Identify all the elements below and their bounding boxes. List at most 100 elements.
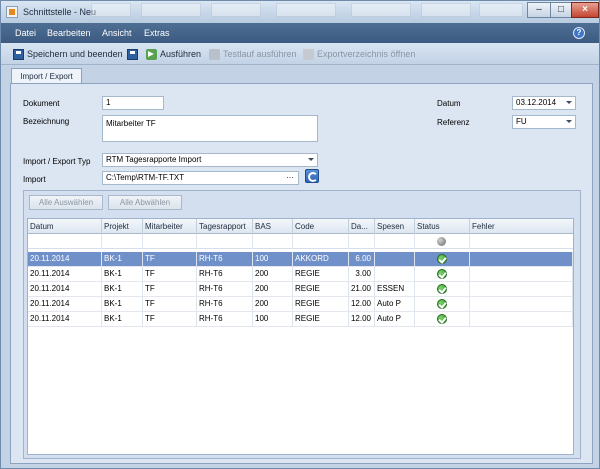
filter-cell[interactable] (375, 234, 415, 249)
column-header-fehler[interactable]: Fehler (470, 219, 573, 234)
filter-cell[interactable] (197, 234, 253, 249)
background-toolbar-ghost (276, 3, 336, 17)
cell-bas: 100 (253, 252, 293, 267)
minimize-button[interactable]: – (527, 2, 551, 18)
column-header-tagesrapport[interactable]: Tagesrapport (197, 219, 253, 234)
column-header-mitarbeiter[interactable]: Mitarbeiter (143, 219, 197, 234)
save-button[interactable] (127, 47, 141, 61)
background-toolbar-ghost (351, 3, 411, 17)
cell-tagesrapport: RH-T6 (197, 312, 253, 327)
cell-bas: 200 (253, 282, 293, 297)
chevron-down-icon (566, 120, 572, 123)
test-run-button[interactable]: Testlauf ausführen (209, 47, 297, 61)
bezeichnung-value: Mitarbeiter TF (106, 119, 156, 128)
records-grid: Datum Projekt Mitarbeiter Tagesrapport B… (27, 218, 574, 455)
browse-button[interactable]: ··· (286, 172, 294, 184)
status-filter-icon[interactable] (437, 237, 446, 246)
referenz-label: Referenz (437, 118, 470, 127)
cell-projekt: BK-1 (102, 252, 143, 267)
filter-cell[interactable] (143, 234, 197, 249)
background-toolbar-ghost (211, 3, 261, 17)
cell-bas: 200 (253, 297, 293, 312)
import-label: Import (23, 175, 46, 184)
select-all-button[interactable]: Alle Auswählen (29, 195, 103, 210)
menu-bearbeiten[interactable]: Bearbeiten (47, 28, 91, 38)
save-icon (13, 48, 24, 60)
refresh-icon[interactable] (305, 169, 319, 183)
cell-datum: 20.11.2014 (28, 282, 102, 297)
column-header-dauer[interactable]: Da... (349, 219, 375, 234)
bezeichnung-input[interactable]: Mitarbeiter TF (102, 115, 318, 142)
title-bar[interactable]: Schnittstelle - Neu – □ × (1, 1, 599, 23)
grid-header: Datum Projekt Mitarbeiter Tagesrapport B… (28, 219, 573, 234)
datum-value: 03.12.2014 (516, 98, 557, 107)
cell-code: REGIE (293, 312, 349, 327)
bezeichnung-label: Bezeichnung (23, 117, 70, 126)
cell-projekt: BK-1 (102, 282, 143, 297)
close-button[interactable]: × (571, 2, 599, 18)
column-header-spesen[interactable]: Spesen (375, 219, 415, 234)
typ-select[interactable]: RTM Tagesrapporte Import (102, 153, 318, 167)
deselect-all-button[interactable]: Alle Abwählen (108, 195, 182, 210)
cell-status (415, 312, 470, 327)
menu-ansicht[interactable]: Ansicht (102, 28, 132, 38)
dokument-label: Dokument (23, 99, 60, 108)
test-run-label: Testlauf ausführen (223, 49, 297, 59)
dokument-value: 1 (106, 98, 111, 107)
column-header-projekt[interactable]: Projekt (102, 219, 143, 234)
column-header-bas[interactable]: BAS (253, 219, 293, 234)
column-header-status[interactable]: Status (415, 219, 470, 234)
filter-cell[interactable] (349, 234, 375, 249)
table-row[interactable]: 20.11.2014 BK-1 TF RH-T6 100 AKKORD 6.00 (28, 252, 573, 267)
column-header-datum[interactable]: Datum (28, 219, 102, 234)
filter-row[interactable] (28, 234, 573, 249)
cell-tagesrapport: RH-T6 (197, 267, 253, 282)
help-icon[interactable]: ? (573, 27, 585, 39)
cell-mitarbeiter: TF (143, 282, 197, 297)
filter-cell[interactable] (28, 234, 102, 249)
cell-dauer: 6.00 (349, 252, 375, 267)
cell-status (415, 297, 470, 312)
window-title: Schnittstelle - Neu (23, 7, 97, 17)
open-export-dir-label: Exportverzeichnis öffnen (317, 49, 416, 59)
status-ok-icon (437, 254, 447, 264)
cell-spesen: ESSEN (375, 282, 415, 297)
cell-dauer: 12.00 (349, 312, 375, 327)
background-toolbar-ghost (91, 3, 131, 17)
table-row[interactable]: 20.11.2014 BK-1 TF RH-T6 200 REGIE 12.00 Auto P (28, 297, 573, 312)
menu-datei[interactable]: Datei (15, 28, 36, 38)
menu-extras[interactable]: Extras (144, 28, 170, 38)
maximize-button[interactable]: □ (550, 2, 572, 18)
status-ok-icon (437, 299, 447, 309)
column-header-code[interactable]: Code (293, 219, 349, 234)
cell-dauer: 21.00 (349, 282, 375, 297)
tab-import-export[interactable]: Import / Export (11, 68, 82, 84)
typ-label: Import / Export Typ (23, 157, 91, 166)
table-row[interactable]: 20.11.2014 BK-1 TF RH-T6 200 REGIE 21.00 ESSEN (28, 282, 573, 297)
filter-cell[interactable] (293, 234, 349, 249)
cell-tagesrapport: RH-T6 (197, 297, 253, 312)
cell-status (415, 282, 470, 297)
run-label: Ausführen (160, 49, 202, 59)
cell-fehler (470, 282, 573, 297)
filter-cell[interactable] (102, 234, 143, 249)
cell-mitarbeiter: TF (143, 297, 197, 312)
table-row[interactable]: 20.11.2014 BK-1 TF RH-T6 200 REGIE 3.00 (28, 267, 573, 282)
cell-mitarbeiter: TF (143, 267, 197, 282)
datum-label: Datum (437, 99, 461, 108)
run-button[interactable]: Ausführen (146, 47, 201, 61)
cell-fehler (470, 297, 573, 312)
toolbar: Speichern und beenden Ausführen Testlauf… (1, 43, 599, 65)
cell-datum: 20.11.2014 (28, 297, 102, 312)
referenz-select[interactable]: FU (512, 115, 576, 129)
open-export-dir-button[interactable]: Exportverzeichnis öffnen (303, 47, 415, 61)
cell-code: REGIE (293, 267, 349, 282)
datum-picker[interactable]: 03.12.2014 (512, 96, 576, 110)
import-path-input[interactable]: C:\Temp\RTM-TF.TXT ··· (102, 171, 299, 185)
dokument-input[interactable]: 1 (102, 96, 164, 110)
cell-tagesrapport: RH-T6 (197, 282, 253, 297)
filter-cell[interactable] (253, 234, 293, 249)
table-row[interactable]: 20.11.2014 BK-1 TF RH-T6 100 REGIE 12.00 Auto P (28, 312, 573, 327)
save-close-button[interactable]: Speichern und beenden (13, 47, 123, 61)
cell-datum: 20.11.2014 (28, 267, 102, 282)
